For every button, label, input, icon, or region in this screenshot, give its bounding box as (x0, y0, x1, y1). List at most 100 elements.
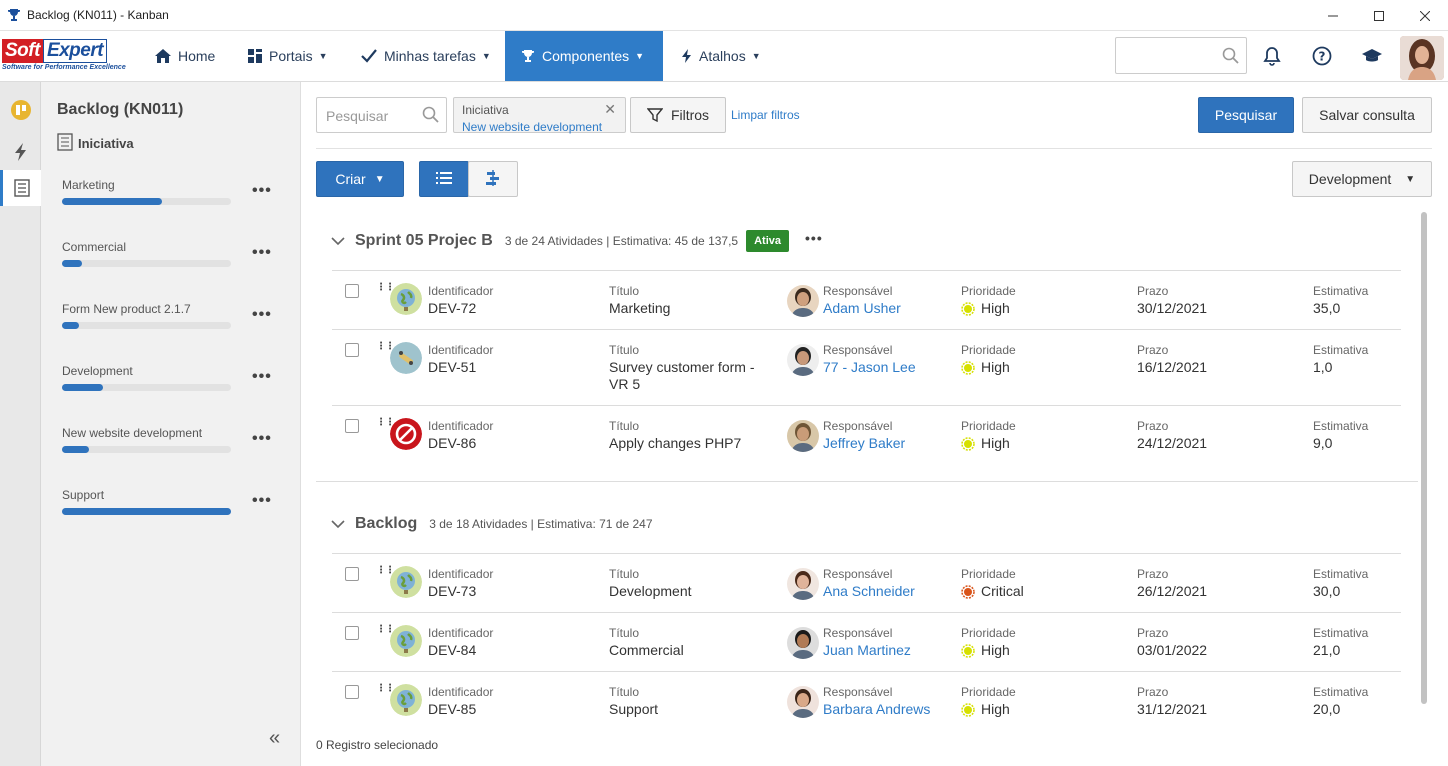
panel-subtitle: Iniciativa (57, 133, 134, 154)
section-info: 3 de 18 Atividades | Estimativa: 71 de 2… (429, 517, 653, 531)
kanban-board-icon[interactable] (0, 92, 41, 128)
nav-portais-label: Portais (269, 48, 313, 64)
initiative-item[interactable]: Form New product 2.1.7 ••• (62, 302, 292, 342)
search-button[interactable]: Pesquisar (1198, 97, 1294, 133)
chevron-down-icon[interactable] (331, 234, 345, 248)
create-button[interactable]: Criar ▼ (316, 161, 404, 197)
more-options-icon[interactable]: ••• (252, 306, 272, 324)
more-options-icon[interactable]: ••• (252, 368, 272, 386)
save-query-button[interactable]: Salvar consulta (1302, 97, 1432, 133)
more-options-icon[interactable]: ••• (252, 182, 272, 200)
help-icon[interactable]: ? (1310, 44, 1334, 68)
user-avatar[interactable] (1400, 36, 1444, 80)
drag-handle-icon[interactable]: ⋮⋮ (376, 566, 395, 576)
drag-handle-icon[interactable]: ⋮⋮ (376, 418, 395, 428)
priority-cell: Prioridade Critical (961, 567, 1024, 600)
row-checkbox[interactable] (345, 685, 359, 699)
remove-filter-icon[interactable]: ✕ (604, 101, 616, 118)
more-options-icon[interactable]: ••• (252, 430, 272, 448)
list-view-button[interactable] (419, 161, 469, 197)
nav-atalhos[interactable]: Atalhos ▼ (666, 31, 777, 81)
chevron-down-icon[interactable] (331, 517, 345, 531)
panel-title: Backlog (KN011) (57, 101, 184, 118)
minimize-icon[interactable] (1310, 0, 1356, 31)
clear-filters-link[interactable]: Limpar filtros (731, 108, 800, 122)
initiative-item[interactable]: Development ••• (62, 364, 292, 404)
filter-chip-iniciativa[interactable]: Iniciativa New website development ✕ (453, 97, 626, 134)
more-options-icon[interactable]: ••• (252, 492, 272, 510)
estimate-cell: Estimativa 20,0 (1313, 685, 1368, 718)
owner-link[interactable]: Ana Schneider (823, 583, 915, 600)
drag-handle-icon[interactable]: ⋮⋮ (376, 342, 395, 352)
chevron-down-icon: ▼ (318, 51, 328, 61)
nav-home[interactable]: Home (139, 31, 231, 81)
global-search-input[interactable] (1115, 37, 1247, 74)
title-value: Support (609, 701, 659, 717)
row-checkbox[interactable] (345, 419, 359, 433)
initiative-item[interactable]: Commercial ••• (62, 240, 292, 280)
search-icon (1222, 47, 1240, 68)
initiative-item[interactable]: New website development ••• (62, 426, 292, 466)
owner-cell: Responsável Ana Schneider (823, 567, 915, 600)
estimate-label: Estimativa (1313, 567, 1369, 581)
search-input[interactable]: Pesquisar (316, 97, 447, 133)
panel-subtitle-label: Iniciativa (78, 136, 134, 151)
owner-link[interactable]: Barbara Andrews (823, 701, 930, 718)
chevron-down-icon: ▼ (1405, 173, 1416, 185)
row-checkbox[interactable] (345, 284, 359, 298)
drag-handle-icon[interactable]: ⋮⋮ (376, 625, 395, 635)
title-cell: Título Survey customer form - VR 5 (609, 343, 769, 393)
bell-icon[interactable] (1260, 44, 1284, 68)
priority-label: Prioridade (961, 419, 1016, 433)
section-header[interactable]: Backlog 3 de 18 Atividades | Estimativa: … (331, 515, 661, 533)
trophy-icon (6, 7, 22, 23)
estimate-cell: Estimativa 21,0 (1313, 626, 1368, 659)
table-row[interactable]: ⋮⋮ Identificador DEV-72 Título Marketing Resp… (332, 270, 1401, 329)
table-row[interactable]: ⋮⋮ Identificador DEV-84 Título Commercial Res… (332, 612, 1401, 671)
chevron-down-icon: ▼ (374, 173, 385, 185)
owner-label: Responsável (823, 685, 893, 699)
close-icon[interactable] (1402, 0, 1448, 31)
id-value: DEV-51 (428, 359, 477, 375)
chevron-down-icon: ▼ (635, 51, 645, 61)
initiative-item[interactable]: Marketing ••• (62, 178, 292, 218)
initiative-item[interactable]: Support ••• (62, 488, 292, 528)
estimate-cell: Estimativa 1,0 (1313, 343, 1368, 376)
home-icon (155, 49, 171, 63)
softexpert-logo[interactable]: Soft Expert Software for Performance Exc… (2, 39, 132, 75)
bolt-icon[interactable] (0, 134, 41, 170)
more-options-icon[interactable]: ••• (252, 244, 272, 262)
owner-link[interactable]: Jeffrey Baker (823, 435, 905, 452)
owner-link[interactable]: 77 - Jason Lee (823, 359, 916, 376)
owner-link[interactable]: Juan Martinez (823, 642, 911, 659)
team-select[interactable]: Development ▼ (1292, 161, 1432, 197)
priority-label: Prioridade (961, 685, 1016, 699)
table-row[interactable]: ⋮⋮ Identificador DEV-51 Título Survey custom… (332, 329, 1401, 405)
priority-value: High (981, 642, 1010, 658)
row-checkbox[interactable] (345, 567, 359, 581)
more-options-icon[interactable]: ••• (805, 230, 823, 246)
collapse-panel-icon[interactable]: « (269, 727, 280, 750)
filters-button[interactable]: Filtros (630, 97, 726, 133)
scrollbar[interactable] (1421, 212, 1427, 704)
assignee-avatar (787, 344, 819, 376)
gantt-view-button[interactable] (468, 161, 518, 197)
maximize-icon[interactable] (1356, 0, 1402, 31)
section-header[interactable]: Sprint 05 Projec B 3 de 24 Atividades | E… (331, 230, 823, 252)
nav-componentes[interactable]: Componentes ▼ (505, 31, 663, 81)
drag-handle-icon[interactable]: ⋮⋮ (376, 283, 395, 293)
graduation-cap-icon[interactable] (1360, 44, 1384, 68)
id-cell: Identificador DEV-86 (428, 419, 493, 452)
row-checkbox[interactable] (345, 343, 359, 357)
drag-handle-icon[interactable]: ⋮⋮ (376, 684, 395, 694)
table-row[interactable]: ⋮⋮ Identificador DEV-73 Título Development Re… (332, 553, 1401, 612)
owner-link[interactable]: Adam Usher (823, 300, 901, 317)
table-row[interactable]: ⋮⋮ Identificador DEV-86 Título Apply changes… (332, 405, 1401, 481)
document-list-icon[interactable] (0, 170, 41, 206)
owner-cell: Responsável 77 - Jason Lee (823, 343, 916, 376)
table-row[interactable]: ⋮⋮ Identificador DEV-85 Título Support Respon… (332, 671, 1401, 730)
nav-portais[interactable]: Portais ▼ (232, 31, 344, 81)
initiative-progress-fill (62, 260, 83, 267)
row-checkbox[interactable] (345, 626, 359, 640)
nav-minhas-tarefas[interactable]: Minhas tarefas ▼ (345, 31, 507, 81)
